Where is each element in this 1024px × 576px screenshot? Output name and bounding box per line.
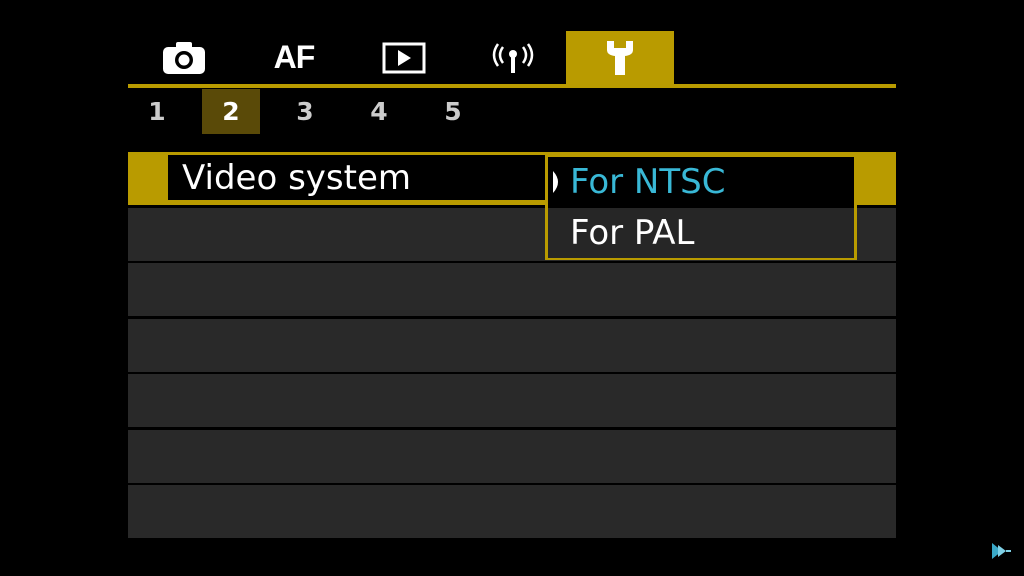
tab-playback[interactable] [368, 31, 440, 84]
wrench-icon [607, 40, 633, 75]
page-5-label: 5 [444, 97, 462, 126]
page-5[interactable]: 5 [424, 89, 482, 134]
page-3[interactable]: 3 [276, 89, 334, 134]
menu-tab-bar: AF [128, 31, 896, 89]
page-1-label: 1 [148, 97, 166, 126]
selection-cursor-icon [553, 171, 558, 193]
menu-row-empty [128, 263, 896, 316]
page-2[interactable]: 2 [202, 89, 260, 134]
tab-shooting[interactable] [148, 31, 220, 84]
page-4-label: 4 [370, 97, 388, 126]
tab-af[interactable]: AF [256, 31, 332, 84]
tab-af-label: AF [273, 39, 316, 75]
tab-setup[interactable] [566, 31, 674, 84]
tab-underline [128, 84, 896, 88]
page-selector: 1 2 3 4 5 [128, 89, 896, 134]
option-pal-label: For PAL [570, 213, 695, 253]
logo-icon [992, 543, 1011, 559]
menu-row-empty [128, 319, 896, 372]
option-pal[interactable]: For PAL [548, 208, 854, 258]
option-ntsc[interactable]: For NTSC [548, 157, 854, 207]
camera-icon [163, 41, 205, 74]
dropdown-body: For NTSC For PAL [548, 157, 854, 258]
page-3-label: 3 [296, 97, 314, 126]
wireless-icon [492, 42, 534, 73]
page-2-label: 2 [222, 97, 240, 126]
page-1[interactable]: 1 [128, 89, 186, 134]
page-4[interactable]: 4 [350, 89, 408, 134]
option-ntsc-label: For NTSC [570, 162, 726, 202]
tab-wireless[interactable] [478, 31, 548, 84]
menu-item-label: Video system [182, 158, 411, 198]
video-system-dropdown: For NTSC For PAL [545, 154, 857, 260]
menu-row-empty [128, 374, 896, 427]
menu-row-empty [128, 430, 896, 483]
menu-row-empty [128, 485, 896, 538]
playback-icon [382, 42, 426, 73]
